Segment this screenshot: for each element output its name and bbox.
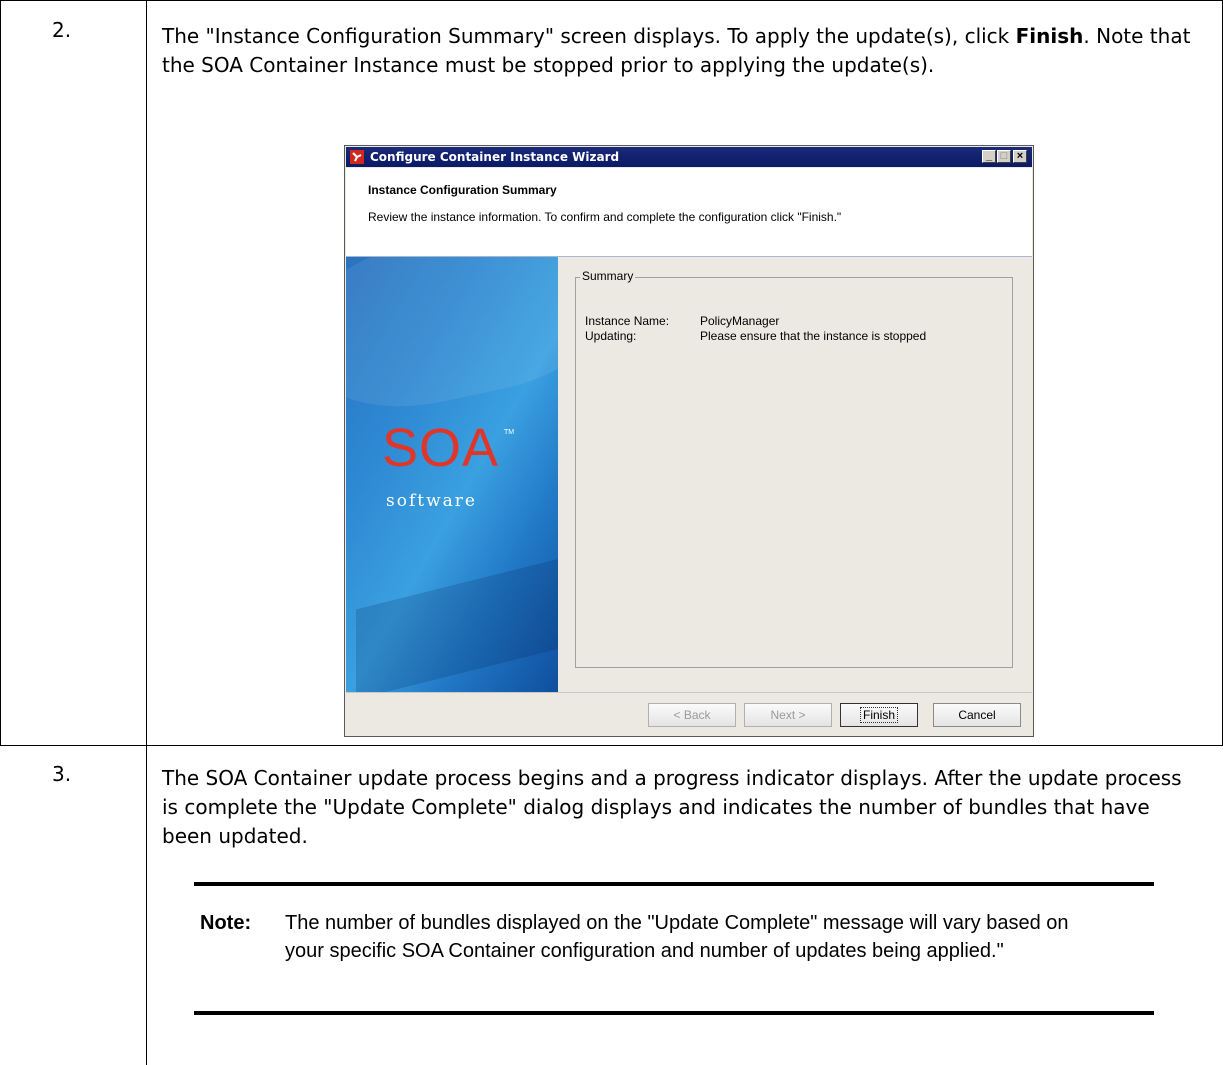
updating-value: Please ensure that the instance is stopp…	[700, 329, 927, 343]
step-bold-finish: Finish	[1015, 24, 1084, 48]
cancel-button[interactable]: Cancel	[933, 703, 1021, 727]
note-rule-bottom	[194, 1011, 1154, 1015]
table-border-top	[0, 0, 1223, 1]
step-number: 3.	[52, 762, 72, 786]
dialog-button-bar: < Back Next > Finish Cancel	[346, 692, 1032, 736]
minimize-button[interactable]: _	[982, 150, 996, 163]
note-label: Note:	[200, 912, 252, 934]
back-button[interactable]: < Back	[648, 703, 736, 727]
summary-group-label: Summary	[580, 269, 636, 283]
step-instruction: The "Instance Configuration Summary" scr…	[162, 22, 1202, 80]
note-text: The number of bundles displayed on the "…	[285, 912, 1069, 962]
panel-highlight	[346, 257, 558, 427]
header-description: Review the instance information. To conf…	[368, 210, 842, 224]
dialog-header: Instance Configuration Summary Review th…	[346, 168, 1032, 257]
document-page: 2. The "Instance Configuration Summary" …	[0, 0, 1223, 1065]
close-button[interactable]: ×	[1013, 150, 1027, 163]
step-description: The SOA Container update process begins …	[162, 766, 1182, 848]
dialog-titlebar[interactable]: Configure Container Instance Wizard _ □ …	[346, 147, 1032, 167]
instance-name-value: PolicyManager	[700, 314, 780, 328]
table-row-divider	[0, 745, 1223, 746]
logo-trademark: TM	[504, 429, 515, 436]
logo-subtitle: software	[386, 491, 477, 511]
dialog-title: Configure Container Instance Wizard	[370, 150, 620, 164]
updating-label: Updating:	[585, 329, 637, 343]
step-text-before: The "Instance Configuration Summary" scr…	[162, 24, 1016, 48]
soa-logo: SOA	[382, 418, 500, 478]
next-button[interactable]: Next >	[744, 703, 832, 727]
panel-shadow	[356, 544, 558, 692]
finish-button[interactable]: Finish	[840, 703, 918, 727]
branding-panel: SOA TM software	[346, 257, 558, 692]
instance-name-label: Instance Name:	[585, 314, 670, 328]
table-border-left	[0, 0, 1, 746]
maximize-button[interactable]: □	[997, 150, 1011, 163]
table-column-divider	[146, 0, 147, 1065]
wizard-dialog: Configure Container Instance Wizard _ □ …	[344, 145, 1034, 737]
note-rule-top	[194, 882, 1154, 886]
app-icon	[350, 150, 364, 164]
step-number: 2.	[52, 18, 72, 42]
header-title: Instance Configuration Summary	[368, 183, 557, 197]
summary-content: Summary Instance Name: PolicyManager Upd…	[558, 257, 1032, 692]
summary-groupbox: Summary Instance Name: PolicyManager Upd…	[575, 269, 1013, 668]
finish-button-label: Finish	[859, 707, 898, 723]
